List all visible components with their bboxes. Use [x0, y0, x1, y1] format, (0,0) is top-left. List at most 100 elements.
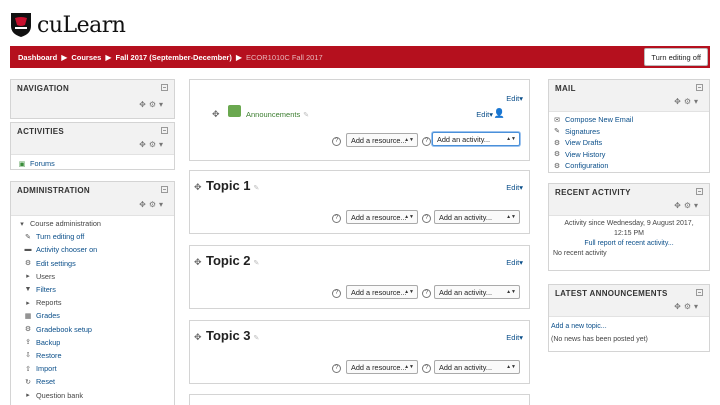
add-resource-select[interactable]: Add a resource... ▲▼ — [346, 360, 418, 374]
block-controls-icon[interactable]: ✥⚙▾ — [674, 302, 701, 311]
help-icon[interactable]: ? — [332, 137, 341, 146]
breadcrumb-course[interactable]: ECOR1010C Fall 2017 — [246, 53, 323, 62]
admin-backup[interactable]: ⇪ Backup — [17, 336, 168, 349]
section-edit-menu[interactable]: Edit▾ — [506, 94, 523, 103]
announcements-link[interactable]: Announcements ✎ — [246, 110, 309, 119]
backup-icon: ⇪ — [25, 339, 31, 347]
block-controls-icon[interactable]: ✥⚙▾ — [674, 201, 701, 210]
admin-filters[interactable]: ▼ Filters — [17, 283, 168, 296]
recent-activity-block: RECENT ACTIVITY ✥⚙▾ Activity since Wedne… — [548, 183, 710, 271]
add-activity-select[interactable]: Add an activity... ▲▼ — [432, 132, 520, 146]
block-controls-icon[interactable]: ✥⚙▾ — [139, 140, 166, 149]
add-new-topic-link[interactable]: Add a new topic... — [551, 320, 707, 333]
dash-icon: ▬ — [24, 246, 32, 254]
full-report-link[interactable]: Full report of recent activity... — [551, 239, 707, 249]
admin-import[interactable]: ⇧ Import — [17, 362, 168, 375]
gear-icon: ⚙ — [24, 260, 32, 268]
forum-icon — [228, 105, 241, 117]
mail-drafts-link[interactable]: ⚙ View Drafts — [552, 137, 703, 149]
help-icon[interactable]: ? — [422, 214, 431, 223]
activity-edit-menu[interactable]: Edit▾ — [476, 110, 493, 119]
restore-icon: ⇩ — [25, 352, 31, 360]
caret-right-icon: ▸ — [26, 299, 30, 307]
breadcrumb-separator-icon: ▶ — [105, 52, 112, 62]
move-icon[interactable]: ✥ — [194, 332, 202, 343]
section-edit-menu[interactable]: Edit▾ — [506, 183, 523, 192]
block-controls-icon[interactable]: ✥⚙▾ — [674, 97, 701, 106]
admin-question-bank[interactable]: ▸ Question bank — [17, 388, 168, 401]
select-arrow-icon: ▲▼ — [404, 137, 414, 143]
add-resource-select[interactable]: Add a resource... ▲▼ — [346, 210, 418, 224]
pencil-icon: ✎ — [554, 128, 560, 136]
breadcrumb-term[interactable]: Fall 2017 (September-December) — [116, 53, 232, 62]
help-icon[interactable]: ? — [332, 214, 341, 223]
collapse-icon[interactable] — [161, 127, 168, 134]
admin-course-administration[interactable]: ▾ Course administration — [17, 217, 168, 230]
site-logo[interactable]: cuLearn — [10, 9, 126, 41]
breadcrumb-dashboard[interactable]: Dashboard — [18, 53, 57, 62]
admin-reset[interactable]: ↻ Reset — [17, 375, 168, 388]
collapse-icon[interactable] — [696, 84, 703, 91]
topic-title: Topic 3 ✎ — [206, 328, 260, 343]
section-edit-menu[interactable]: Edit▾ — [506, 258, 523, 267]
add-activity-select[interactable]: Add an activity... ▲▼ — [434, 285, 520, 299]
block-title: NAVIGATION — [17, 84, 70, 93]
collapse-icon[interactable] — [161, 186, 168, 193]
help-icon[interactable]: ? — [332, 289, 341, 298]
activity-since-text: Activity since Wednesday, 9 August 2017, — [564, 220, 694, 227]
block-title: ACTIVITIES — [17, 127, 65, 136]
collapse-icon[interactable] — [696, 188, 703, 195]
edit-title-icon[interactable]: ✎ — [254, 260, 260, 267]
move-icon[interactable]: ✥ — [212, 109, 220, 120]
edit-title-icon[interactable]: ✎ — [254, 185, 260, 192]
turn-editing-off-button[interactable]: Turn editing off — [644, 48, 708, 66]
gear-icon: ⚙ — [553, 162, 561, 170]
admin-users[interactable]: ▸ Users — [17, 270, 168, 283]
admin-grades[interactable]: ▦ Grades — [17, 309, 168, 322]
mail-history-link[interactable]: ⚙ View History — [552, 149, 703, 161]
edit-title-icon[interactable]: ✎ — [254, 335, 260, 342]
reset-icon: ↻ — [25, 378, 31, 386]
admin-edit-settings[interactable]: ⚙ Edit settings — [17, 257, 168, 270]
admin-activity-chooser[interactable]: ▬ Activity chooser on — [17, 243, 168, 256]
navigation-block: NAVIGATION ✥⚙▾ — [10, 79, 175, 119]
move-icon[interactable]: ✥ — [194, 257, 202, 268]
user-role-icon[interactable]: 👤 — [494, 108, 505, 119]
help-icon[interactable]: ? — [422, 364, 431, 373]
administration-block: ADMINISTRATION ✥⚙▾ ▾ Course administratio… — [10, 181, 175, 405]
block-controls-icon[interactable]: ✥⚙▾ — [139, 200, 166, 209]
mail-icon: ✉ — [554, 116, 560, 124]
add-activity-select[interactable]: Add an activity... ▲▼ — [434, 210, 520, 224]
mail-configuration-link[interactable]: ⚙ Configuration — [552, 160, 703, 172]
admin-turn-editing-off[interactable]: ✎ Turn editing off — [17, 230, 168, 243]
course-section-topic-1: ✥ Topic 1 ✎ Edit▾ ? Add a resource... ▲▼ ?… — [189, 170, 530, 234]
collapse-icon[interactable] — [161, 84, 168, 91]
add-activity-select[interactable]: Add an activity... ▲▼ — [434, 360, 520, 374]
section-edit-menu[interactable]: Edit▾ — [506, 333, 523, 342]
help-icon[interactable]: ? — [332, 364, 341, 373]
grades-icon: ▦ — [24, 312, 32, 320]
activity-forums-link[interactable]: ▣ Forums — [17, 157, 168, 170]
breadcrumb-courses[interactable]: Courses — [71, 53, 101, 62]
collapse-icon[interactable] — [696, 289, 703, 296]
mail-signatures-link[interactable]: ✎ Signatures — [552, 126, 703, 138]
block-title: MAIL — [555, 84, 576, 93]
admin-gradebook-setup[interactable]: ⚙ Gradebook setup — [17, 323, 168, 336]
select-arrow-icon: ▲▼ — [404, 364, 414, 370]
import-icon: ⇧ — [25, 365, 31, 373]
topic-title: Topic 1 ✎ — [206, 178, 260, 193]
help-icon[interactable]: ? — [422, 137, 431, 146]
gear-icon: ⚙ — [553, 139, 561, 147]
select-arrow-icon: ▲▼ — [506, 364, 516, 370]
add-resource-select[interactable]: Add a resource... ▲▼ — [346, 133, 418, 147]
admin-restore[interactable]: ⇩ Restore — [17, 349, 168, 362]
block-controls-icon[interactable]: ✥⚙▾ — [139, 100, 166, 109]
move-icon[interactable]: ✥ — [194, 182, 202, 193]
help-icon[interactable]: ? — [422, 289, 431, 298]
activities-block: ACTIVITIES ✥⚙▾ ▣ Forums — [10, 122, 175, 170]
mail-compose-link[interactable]: ✉ Compose New Email — [552, 114, 703, 126]
block-title: LATEST ANNOUNCEMENTS — [555, 289, 668, 298]
edit-title-icon[interactable]: ✎ — [303, 112, 309, 119]
admin-reports[interactable]: ▸ Reports — [17, 296, 168, 309]
add-resource-select[interactable]: Add a resource... ▲▼ — [346, 285, 418, 299]
